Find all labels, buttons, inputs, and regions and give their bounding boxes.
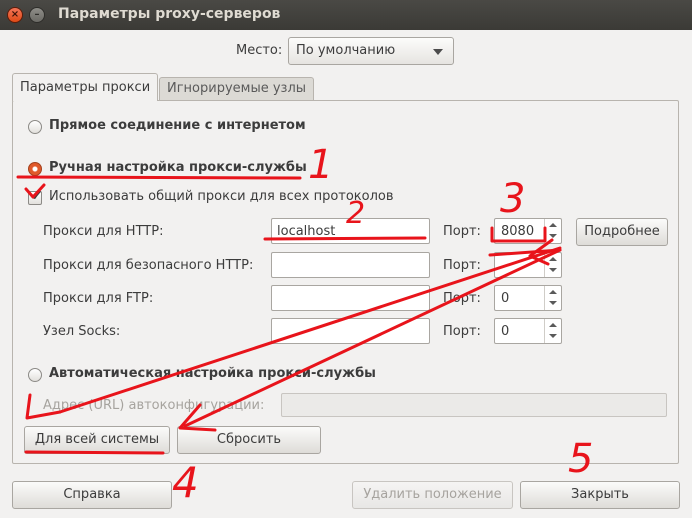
https-port-spinner[interactable] (494, 252, 562, 278)
apply-system-wide-button[interactable]: Для всей системы (24, 426, 170, 454)
manual-proxy-radio[interactable] (28, 162, 42, 176)
http-port-spinner[interactable]: 8080 (494, 218, 562, 244)
socks-host-label: Узел Socks: (43, 324, 121, 339)
https-proxy-label: Прокси для безопасного HTTP: (43, 258, 254, 273)
socks-port-spinner[interactable]: 0 (494, 318, 562, 344)
http-proxy-label: Прокси для HTTP: (43, 224, 164, 239)
location-value: По умолчанию (296, 43, 396, 58)
direct-connection-radio[interactable] (28, 120, 42, 134)
spin-down-icon[interactable] (549, 268, 557, 272)
details-button[interactable]: Подробнее (576, 218, 668, 246)
tab-proxy-settings[interactable]: Параметры прокси (12, 73, 159, 101)
manual-proxy-label: Ручная настройка прокси-службы (49, 160, 307, 175)
http-proxy-value: localhost (277, 224, 336, 239)
use-same-proxy-checkbox[interactable]: ✔ (28, 188, 43, 205)
ftp-proxy-label: Прокси для FTP: (43, 291, 154, 306)
http-proxy-input[interactable]: localhost (271, 218, 430, 244)
ftp-port-label: Порт: (443, 291, 481, 306)
auto-url-label: Адрес (URL) автоконфигурации: (43, 398, 265, 413)
ftp-port-value: 0 (501, 291, 510, 306)
delete-location-button[interactable]: Удалить положение (352, 481, 513, 509)
spin-up-icon[interactable] (549, 323, 557, 327)
ftp-proxy-input[interactable] (271, 285, 430, 311)
http-port-label: Порт: (443, 224, 481, 239)
spin-down-icon[interactable] (549, 334, 557, 338)
chevron-down-icon (433, 49, 443, 55)
spin-down-icon[interactable] (549, 234, 557, 238)
spin-up-icon[interactable] (549, 257, 557, 261)
spin-up-icon[interactable] (549, 223, 557, 227)
location-combo[interactable]: По умолчанию (288, 37, 454, 65)
close-window-icon[interactable]: × (7, 7, 23, 23)
close-button[interactable]: Закрыть (520, 481, 680, 509)
ftp-port-spinner[interactable]: 0 (494, 285, 562, 311)
help-button[interactable]: Справка (12, 481, 172, 509)
spin-up-icon[interactable] (549, 290, 557, 294)
spin-down-icon[interactable] (549, 301, 557, 305)
direct-connection-label: Прямое соединение с интернетом (49, 118, 306, 133)
auto-proxy-label: Автоматическая настройка прокси-службы (49, 366, 376, 381)
https-port-label: Порт: (443, 258, 481, 273)
window-title: Параметры proxy-серверов (58, 6, 281, 22)
socks-port-value: 0 (501, 324, 510, 339)
http-port-value: 8080 (501, 224, 535, 239)
auto-proxy-radio[interactable] (28, 368, 42, 382)
location-label: Место: (236, 43, 283, 58)
https-proxy-input[interactable] (271, 252, 430, 278)
annotation-number-4: 4 (172, 458, 199, 507)
socks-port-label: Порт: (443, 324, 481, 339)
reset-button[interactable]: Сбросить (177, 426, 321, 454)
socks-host-input[interactable] (271, 318, 430, 344)
auto-url-input[interactable] (281, 393, 667, 417)
title-bar: × – Параметры proxy-серверов (0, 0, 692, 30)
use-same-proxy-label: Использовать общий прокси для всех прото… (49, 189, 394, 204)
tab-ignored-hosts[interactable]: Игнорируемые узлы (159, 77, 315, 101)
minimize-window-icon[interactable]: – (29, 7, 45, 23)
